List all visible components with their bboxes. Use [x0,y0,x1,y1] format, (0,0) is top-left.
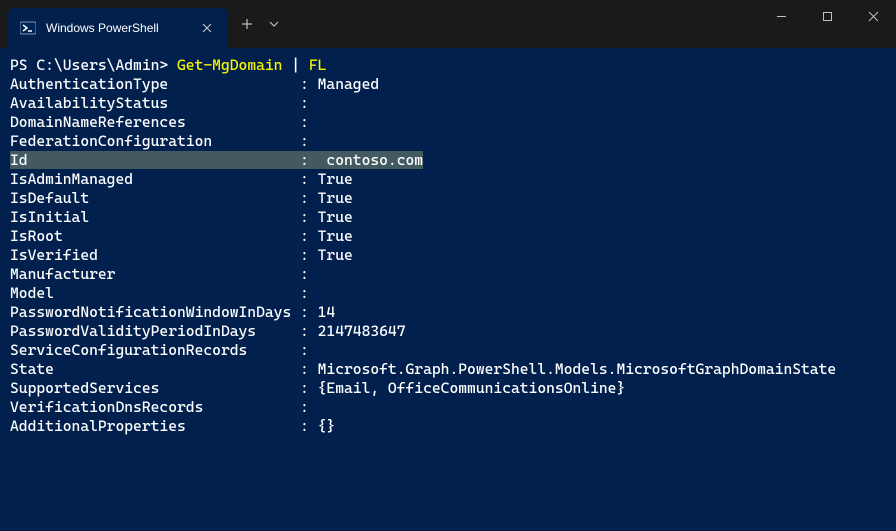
prompt-path: PS C:\Users\Admin> [10,56,177,74]
terminal-window: Windows PowerShell [0,0,896,531]
minimize-button[interactable] [758,0,804,32]
new-tab-button[interactable] [232,9,262,39]
property-row: PasswordNotificationWindowInDays : 14 [10,303,886,322]
command-get-mgdomain: Get-MgDomain [177,56,282,74]
property-row: PasswordValidityPeriodInDays : 214748364… [10,322,886,341]
property-row: IsInitial : True [10,208,886,227]
prompt-line: PS C:\Users\Admin> Get-MgDomain | FL [10,56,886,75]
property-row: IsAdminManaged : True [10,170,886,189]
property-row: IsRoot : True [10,227,886,246]
property-row: ServiceConfigurationRecords : [10,341,886,360]
property-row: Model : [10,284,886,303]
property-row: DomainNameReferences : [10,113,886,132]
maximize-button[interactable] [804,0,850,32]
command-fl: FL [309,56,327,74]
titlebar: Windows PowerShell [0,0,896,48]
property-row: Manufacturer : [10,265,886,284]
property-row: State : Microsoft.Graph.PowerShell.Model… [10,360,886,379]
titlebar-left: Windows PowerShell [0,0,286,48]
property-row: FederationConfiguration : [10,132,886,151]
property-row: Id : contoso.com [10,151,886,170]
property-row: VerificationDnsRecords : [10,398,886,417]
active-tab[interactable]: Windows PowerShell [8,8,228,48]
tab-dropdown-button[interactable] [262,9,286,39]
property-row: AvailabilityStatus : [10,94,886,113]
terminal-output[interactable]: PS C:\Users\Admin> Get-MgDomain | FLAuth… [0,48,896,531]
close-window-button[interactable] [850,0,896,32]
property-row: AuthenticationType : Managed [10,75,886,94]
property-row: SupportedServices : {Email, OfficeCommun… [10,379,886,398]
property-row: IsDefault : True [10,189,886,208]
window-controls [758,0,896,48]
powershell-icon [20,20,36,36]
tab-title: Windows PowerShell [46,21,188,35]
property-row: AdditionalProperties : {} [10,417,886,436]
property-row: IsVerified : True [10,246,886,265]
close-tab-button[interactable] [198,19,216,37]
